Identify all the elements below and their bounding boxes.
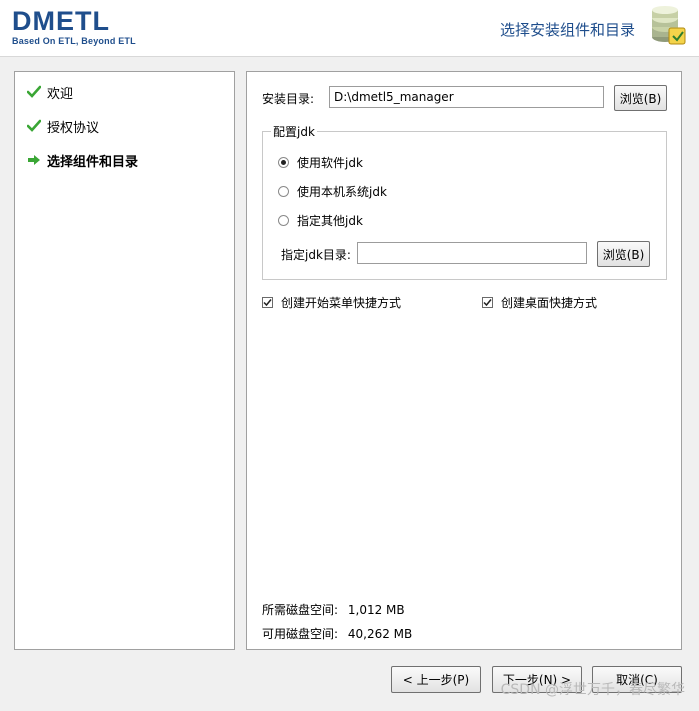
logo-tagline: Based On ETL, Beyond ETL xyxy=(12,36,136,46)
checkbox[interactable] xyxy=(482,297,493,308)
database-install-icon xyxy=(652,6,686,45)
required-space-value: 1,012 MB xyxy=(347,603,405,617)
step-components: 选择组件和目录 xyxy=(27,150,138,170)
checkbox[interactable] xyxy=(262,297,273,308)
install-dir-label: 安装目录: xyxy=(262,92,315,106)
jdk-config-group: 配置jdk 使用软件jdk 使用本机系统jdk 指定其他jdk 指定jdk目录:… xyxy=(262,123,667,280)
check-icon xyxy=(27,85,41,98)
checkbox-label: 创建开始菜单快捷方式 xyxy=(281,296,402,310)
radio-button[interactable] xyxy=(278,157,289,168)
checkbox-label: 创建桌面快捷方式 xyxy=(501,296,598,310)
options-panel: 安装目录: 浏览(B) 配置jdk 使用软件jdk 使用本机系统jdk 指定其他… xyxy=(246,71,682,650)
radio-button[interactable] xyxy=(278,186,289,197)
step-label: 选择组件和目录 xyxy=(47,154,139,170)
radio-system-jdk[interactable]: 使用本机系统jdk xyxy=(278,183,387,200)
watermark: CSDN @浮世万千，春尽繁华 xyxy=(500,682,685,698)
dmetl-logo: DMETL Based On ETL, Beyond ETL xyxy=(12,6,136,47)
radio-custom-jdk[interactable]: 指定其他jdk xyxy=(278,212,363,229)
required-space-row: 所需磁盘空间: 1,012 MB xyxy=(262,601,405,618)
radio-bundled-jdk[interactable]: 使用软件jdk xyxy=(278,154,363,171)
step-license: 授权协议 xyxy=(27,116,99,136)
radio-label: 使用本机系统jdk xyxy=(297,185,387,199)
radio-selected-dot xyxy=(281,160,286,165)
available-space-label: 可用磁盘空间: xyxy=(262,627,339,641)
radio-button[interactable] xyxy=(278,215,289,226)
start-menu-shortcut-option[interactable]: 创建开始菜单快捷方式 xyxy=(262,294,401,311)
available-space-value: 40,262 MB xyxy=(347,627,413,641)
install-dir-browse-button[interactable]: 浏览(B) xyxy=(614,85,667,111)
radio-label: 使用软件jdk xyxy=(297,156,363,170)
desktop-shortcut-option[interactable]: 创建桌面快捷方式 xyxy=(482,294,597,311)
step-welcome: 欢迎 xyxy=(27,82,73,102)
step-label: 授权协议 xyxy=(47,120,100,136)
jdk-dir-input[interactable] xyxy=(357,242,587,264)
page-title: 选择安装组件和目录 xyxy=(499,21,635,39)
checkmark-icon xyxy=(263,299,272,307)
jdk-group-title: 配置jdk xyxy=(271,123,317,140)
steps-panel: 欢迎 授权协议 选择组件和目录 xyxy=(14,71,235,650)
arrow-right-icon xyxy=(28,155,40,165)
step-label: 欢迎 xyxy=(47,86,74,102)
available-space-row: 可用磁盘空间: 40,262 MB xyxy=(262,625,412,642)
check-icon xyxy=(27,119,41,132)
install-dir-input[interactable] xyxy=(329,86,604,108)
required-space-label: 所需磁盘空间: xyxy=(262,603,339,617)
logo-text: DMETL xyxy=(12,6,110,36)
jdk-dir-label: 指定jdk目录: xyxy=(281,248,351,262)
header-banner: DMETL Based On ETL, Beyond ETL 选择安装组件和目录 xyxy=(0,0,699,57)
back-button[interactable]: < 上一步(P) xyxy=(391,666,481,693)
radio-label: 指定其他jdk xyxy=(297,214,363,228)
checkmark-icon xyxy=(483,299,492,307)
jdk-dir-browse-button[interactable]: 浏览(B) xyxy=(597,241,650,267)
